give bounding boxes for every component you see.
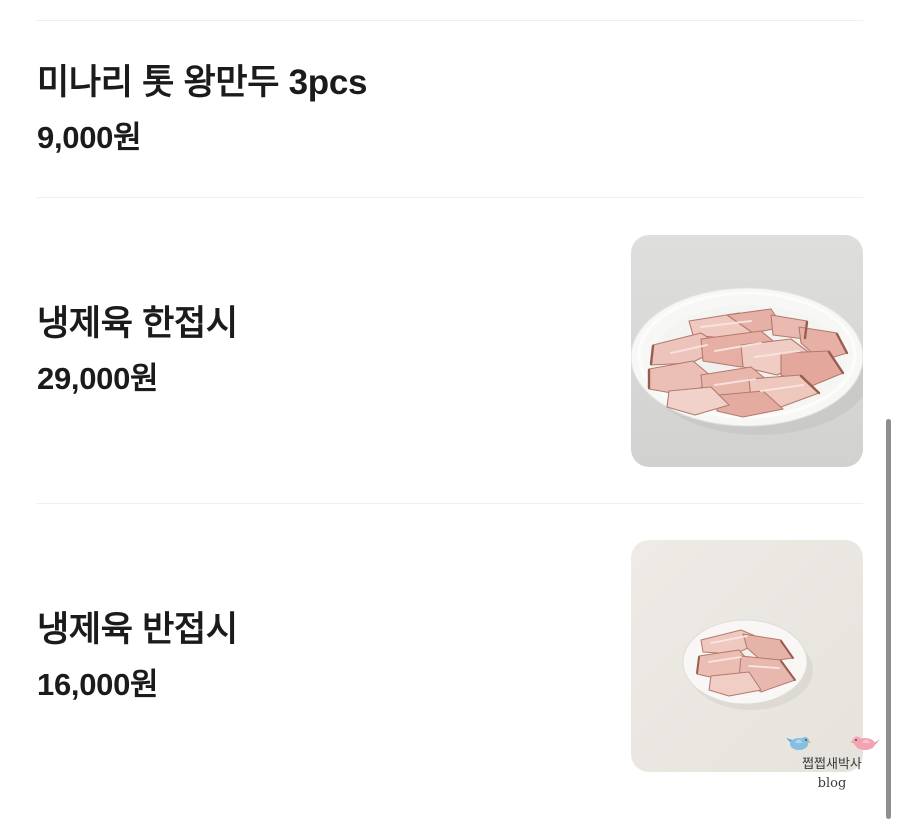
menu-item-name: 미나리 톳 왕만두 3pcs bbox=[37, 62, 368, 102]
watermark-title: 쩝쩝새박사 bbox=[802, 757, 862, 772]
vertical-scrollbar[interactable] bbox=[886, 419, 891, 819]
menu-item-text: 미나리 톳 왕만두 3pcs 9,000원 bbox=[37, 62, 367, 157]
menu-item-pork-half[interactable]: 냉제육 반접시 16,000원 bbox=[37, 504, 863, 808]
pink-bird-icon bbox=[850, 736, 880, 750]
menu-item-photo bbox=[631, 234, 863, 467]
menu-item-price: 29,000원 bbox=[37, 361, 159, 396]
menu-item-name: 냉제육 한접시 bbox=[37, 304, 238, 343]
blog-watermark: 쩝쩝새박사 blog bbox=[786, 732, 880, 794]
menu-item-dumpling[interactable]: 미나리 톳 왕만두 3pcs 9,000원 bbox=[37, 21, 863, 197]
menu-item-text: 냉제육 반접시 16,000원 bbox=[37, 609, 238, 704]
menu-item-pork-full[interactable]: 냉제육 한접시 29,000원 bbox=[37, 198, 863, 503]
blue-bird-icon bbox=[786, 737, 812, 750]
menu-item-price: 9,000원 bbox=[37, 119, 142, 155]
menu-item-text: 냉제육 한접시 29,000원 bbox=[37, 303, 238, 398]
menu-item-name: 냉제육 반접시 bbox=[37, 609, 238, 649]
pork-plate-full-photo bbox=[631, 234, 863, 467]
menu-item-price: 16,000원 bbox=[37, 666, 159, 702]
watermark-subtitle: blog bbox=[817, 776, 847, 791]
